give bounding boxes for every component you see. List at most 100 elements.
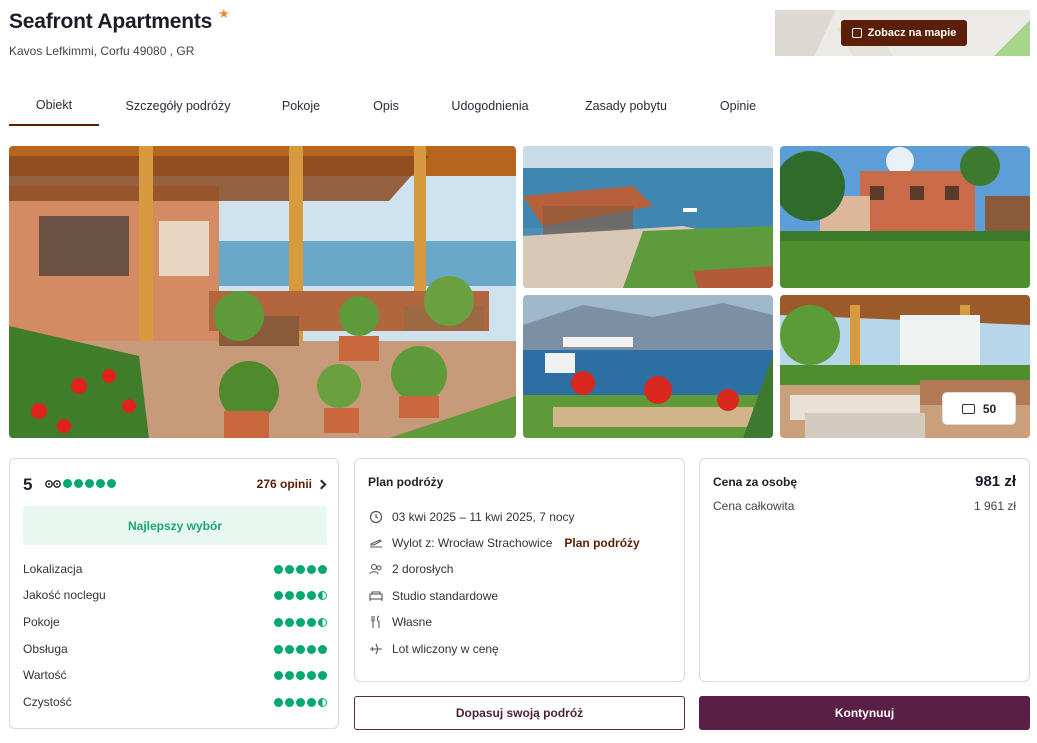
rating-bubble — [296, 564, 305, 574]
criterion-row: Czystość — [23, 693, 327, 711]
plan-room-row: Studio standardowe — [368, 588, 498, 604]
rating-bubble — [307, 564, 316, 574]
section-tabs: Obiekt Szczegóły podróży Pokoje Opis Udo… — [9, 86, 1029, 126]
plan-departure: Wylot z: Wrocław Strachowice — [392, 536, 553, 550]
rating-bubble — [307, 644, 316, 654]
criterion-label: Pokoje — [23, 615, 60, 629]
reviews-link[interactable]: 276 opinii — [257, 477, 327, 491]
map-park-shape — [994, 20, 1030, 56]
sea-view-photo[interactable] — [523, 295, 773, 438]
plan-dates: 03 kwi 2025 – 11 kwi 2025, 7 nocy — [392, 510, 575, 524]
price-card: Cena za osobę 981 zł Cena całkowita 1 96… — [699, 458, 1030, 682]
criterion-label: Lokalizacja — [23, 562, 83, 576]
calendar-icon — [368, 509, 384, 525]
main-photo[interactable] — [9, 146, 516, 438]
plan-board: Własne — [392, 615, 433, 629]
map-preview[interactable]: Zobacz na mapie — [775, 10, 1030, 56]
rating-bubble-half — [318, 617, 327, 627]
show-on-map-label: Zobacz na mapie — [867, 27, 957, 39]
tab-obiekt[interactable]: Obiekt — [9, 86, 99, 126]
criterion-bubbles — [274, 644, 327, 654]
criterion-bubbles — [274, 697, 327, 707]
criterion-row: Pokoje — [23, 613, 327, 631]
criterion-label: Jakość noclegu — [23, 588, 106, 602]
customize-trip-button[interactable]: Dopasuj swoją podróż — [354, 696, 685, 730]
continue-button[interactable]: Kontynuuj — [699, 696, 1030, 730]
rating-bubble — [274, 670, 283, 680]
criterion-label: Czystość — [23, 695, 72, 709]
rating-bubble — [107, 479, 116, 488]
rating-bubble — [296, 670, 305, 680]
rating-bubble — [63, 479, 72, 488]
garden-building-photo[interactable] — [780, 146, 1030, 288]
criterion-row: Lokalizacja — [23, 560, 327, 578]
plan-flight-row: Lot wliczony w cenę — [368, 641, 499, 657]
plan-flight: Lot wliczony w cenę — [392, 642, 499, 656]
criterion-row: Jakość noclegu — [23, 586, 327, 604]
rating-bubbles — [63, 479, 116, 488]
terrace-sofas-photo[interactable]: 50 — [780, 295, 1030, 438]
plan-details-link[interactable]: Plan podróży — [564, 536, 639, 550]
best-choice-badge: Najlepszy wybór — [23, 506, 327, 545]
rating-bubble — [285, 617, 294, 627]
tab-opinie[interactable]: Opinie — [709, 86, 767, 126]
criterion-label: Wartość — [23, 668, 67, 682]
rating-bubble — [274, 590, 283, 600]
rating-bubble — [296, 590, 305, 600]
photo-count-button[interactable]: 50 — [942, 392, 1016, 425]
photo-gallery: 50 — [9, 146, 1030, 438]
beach-gazebo-photo[interactable] — [523, 146, 773, 288]
tab-opis[interactable]: Opis — [363, 86, 409, 126]
map-icon — [851, 28, 862, 38]
criterion-row: Wartość — [23, 666, 327, 684]
map-road-shape — [775, 10, 836, 56]
tab-pokoje[interactable]: Pokoje — [271, 86, 331, 126]
plane-icon — [368, 641, 384, 657]
rating-bubble — [307, 697, 316, 707]
chevron-right-icon — [316, 479, 327, 489]
price-per-person-value: 981 zł — [975, 473, 1016, 490]
criterion-bubbles — [274, 590, 327, 600]
total-price-value: 1 961 zł — [973, 499, 1016, 513]
rating-bubble — [74, 479, 83, 488]
rating-card: 5 276 opinii Najlepszy wybór Lokalizacja… — [9, 458, 339, 729]
rating-score: 5 — [23, 475, 33, 494]
cutlery-icon — [368, 614, 384, 630]
rating-bubble — [318, 670, 327, 680]
hotel-title: Seafront Apartments — [9, 10, 213, 33]
criterion-bubbles — [274, 670, 327, 680]
tab-udogodnienia[interactable]: Udogodnienia — [441, 86, 539, 126]
rating-bubble — [296, 644, 305, 654]
rating-bubble — [96, 479, 105, 488]
plan-departure-row: Wylot z: Wrocław Strachowice Plan podróż… — [368, 535, 640, 551]
plan-room: Studio standardowe — [392, 589, 499, 603]
criterion-bubbles — [274, 617, 327, 627]
show-on-map-button[interactable]: Zobacz na mapie — [841, 20, 967, 46]
rating-bubble — [307, 590, 316, 600]
star-icon: ★ — [218, 6, 230, 21]
rating-bubble — [274, 617, 283, 627]
photo-count-label: 50 — [982, 401, 997, 416]
rating-bubble — [274, 644, 283, 654]
criterion-row: Obsługa — [23, 640, 327, 658]
hotel-address: Kavos Lefkimmi, Corfu 49080 , GR — [9, 44, 195, 58]
plan-guests-row: 2 dorosłych — [368, 561, 453, 577]
rating-bubble — [318, 644, 327, 654]
rating-bubble — [285, 564, 294, 574]
rating-bubble — [274, 697, 283, 707]
plan-dates-row: 03 kwi 2025 – 11 kwi 2025, 7 nocy — [368, 509, 575, 525]
tab-zasady-pobytu[interactable]: Zasady pobytu — [574, 86, 678, 126]
hotel-header: Seafront Apartments ★ Kavos Lefkimmi, Co… — [9, 6, 1030, 68]
criterion-label: Obsługa — [23, 642, 68, 656]
plan-title: Plan podróży — [368, 475, 444, 489]
rating-bubble — [285, 697, 294, 707]
trip-plan-card: Plan podróży 03 kwi 2025 – 11 kwi 2025, … — [354, 458, 685, 682]
price-per-person-label: Cena za osobę — [713, 475, 798, 489]
plan-board-row: Własne — [368, 614, 432, 630]
plan-guests: 2 dorosłych — [392, 562, 454, 576]
tab-szczegoly-podrozy[interactable]: Szczegóły podróży — [115, 86, 241, 126]
guests-icon — [368, 561, 384, 577]
departure-plane-icon — [368, 535, 384, 551]
rating-bubble — [285, 670, 294, 680]
tripadvisor-icon — [45, 480, 61, 488]
